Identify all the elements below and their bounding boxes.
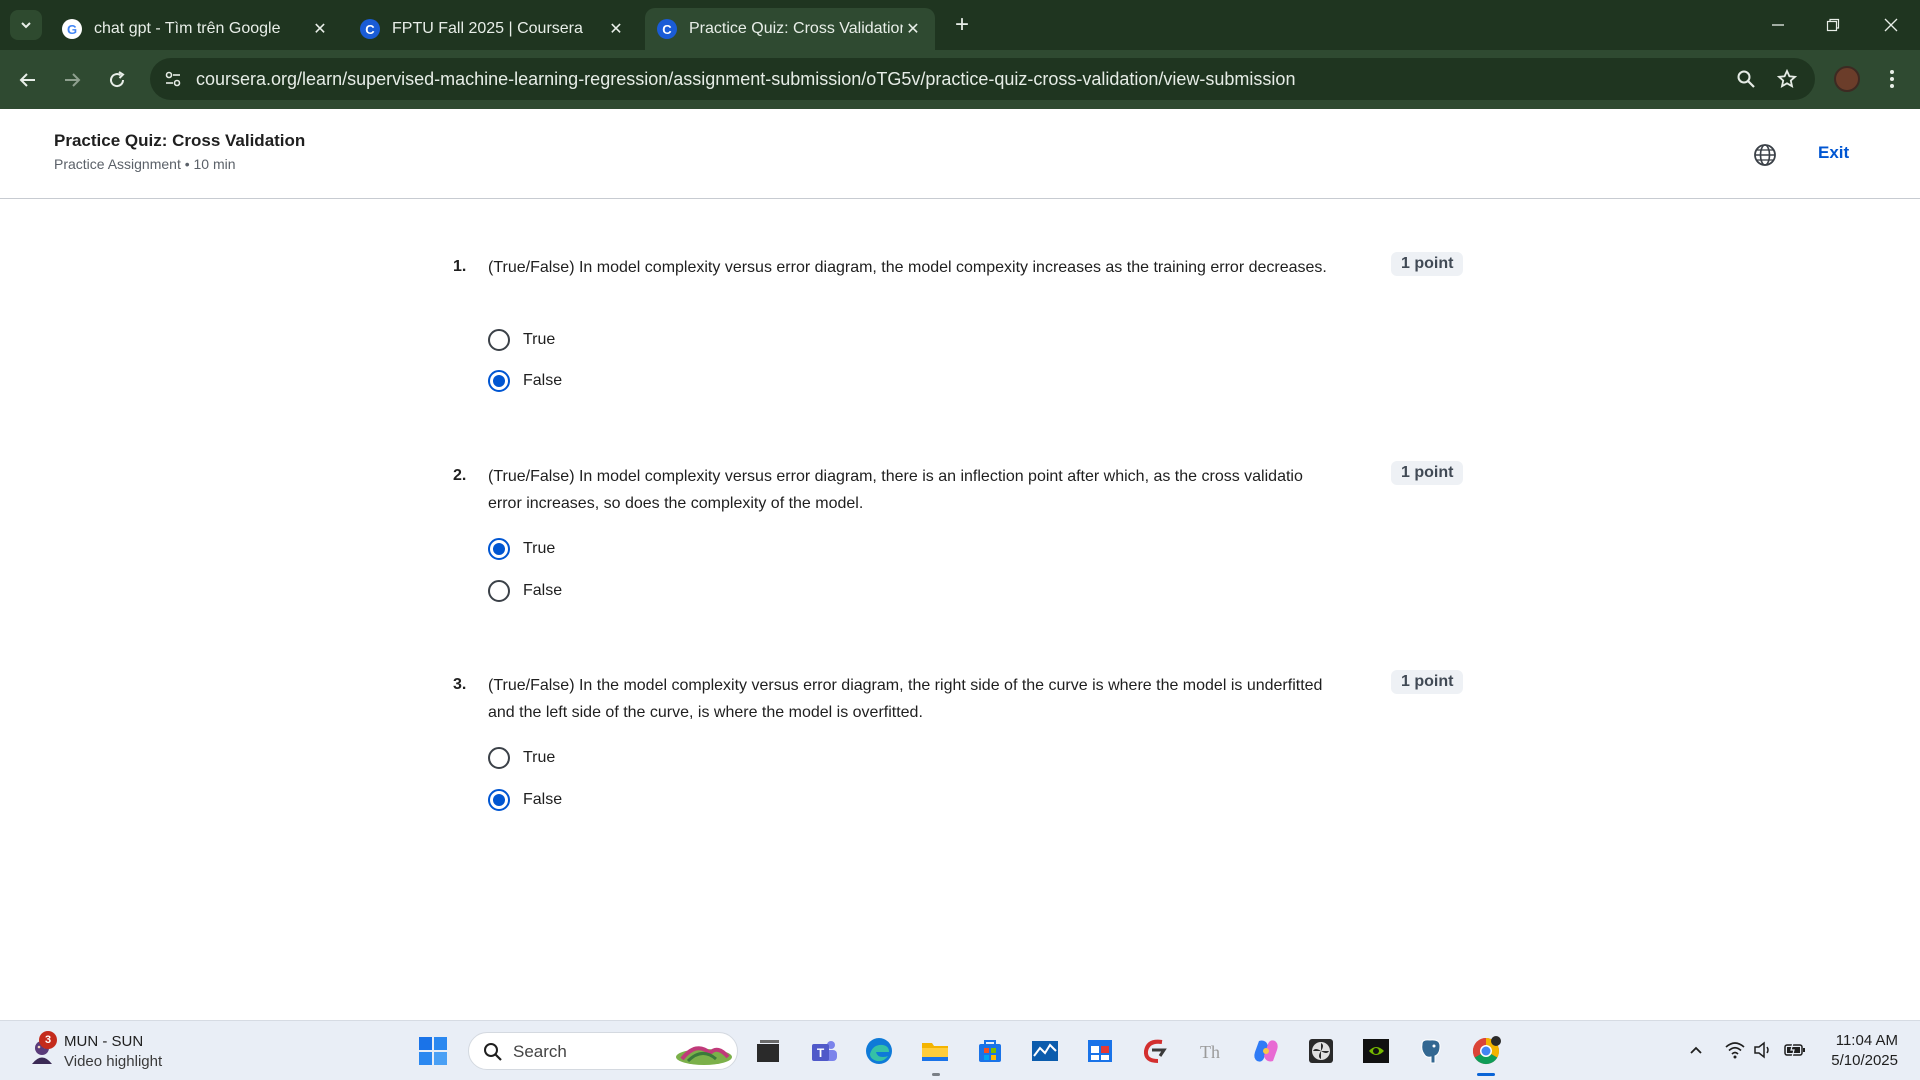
svg-text:T: T bbox=[817, 1046, 825, 1060]
taskbar-search-box[interactable]: Search bbox=[468, 1032, 738, 1070]
question-text: (True/False) In model complexity versus … bbox=[488, 468, 1303, 512]
red-app-icon[interactable] bbox=[1137, 1033, 1173, 1069]
search-label: Search bbox=[513, 1042, 567, 1061]
file-explorer-icon[interactable] bbox=[917, 1033, 953, 1069]
question-number: 3. bbox=[453, 676, 467, 693]
google-g-icon: G bbox=[62, 19, 82, 39]
radio-button[interactable] bbox=[488, 580, 510, 602]
browser-tabbar: G chat gpt - Tìm trên Google ✕ C FPTU Fa… bbox=[0, 0, 1920, 50]
coursera-c-icon: C bbox=[657, 19, 677, 39]
radio-button[interactable] bbox=[488, 538, 510, 560]
task-view-icon[interactable] bbox=[750, 1033, 786, 1069]
volume-icon[interactable] bbox=[1752, 1039, 1774, 1061]
tab-title: Practice Quiz: Cross Validation | bbox=[689, 20, 903, 37]
points-badge: 1 point bbox=[1391, 461, 1464, 485]
chevron-up-icon[interactable] bbox=[1685, 1039, 1707, 1061]
restore-icon[interactable] bbox=[1818, 12, 1848, 38]
news-widget[interactable]: 3 MUN - SUN Video highlight bbox=[25, 1031, 225, 1073]
search-icon bbox=[484, 1043, 502, 1061]
language-globe-icon[interactable] bbox=[1752, 142, 1778, 168]
svg-text:Th: Th bbox=[1200, 1042, 1220, 1062]
page-title: Practice Quiz: Cross Validation bbox=[54, 131, 306, 150]
tab-search-button[interactable] bbox=[10, 10, 42, 40]
points-badge: 1 point bbox=[1391, 670, 1464, 694]
option-label: False bbox=[523, 372, 563, 389]
microsoft-store-icon[interactable] bbox=[972, 1033, 1008, 1069]
tab-fptu-coursera[interactable]: C FPTU Fall 2025 | Coursera ✕ bbox=[348, 8, 638, 50]
fan-control-icon[interactable] bbox=[1303, 1033, 1339, 1069]
clock-time[interactable]: 11:04 AM bbox=[1832, 1032, 1898, 1049]
option-true[interactable]: True bbox=[488, 328, 555, 352]
tab-practice-quiz[interactable]: C Practice Quiz: Cross Validation | ✕ bbox=[645, 8, 935, 50]
option-label: False bbox=[523, 582, 563, 599]
chrome-icon[interactable] bbox=[1468, 1033, 1504, 1069]
zoom-icon[interactable] bbox=[1735, 68, 1757, 90]
quiz-header: Practice Quiz: Cross Validation Practice… bbox=[0, 109, 1920, 199]
option-true[interactable]: True bbox=[488, 746, 555, 770]
option-label: True bbox=[523, 540, 556, 557]
calendar-app-icon[interactable] bbox=[1082, 1033, 1118, 1069]
bookmark-star-icon[interactable] bbox=[1776, 68, 1798, 90]
option-false[interactable]: False bbox=[488, 788, 562, 812]
notification-badge: 3 bbox=[39, 1031, 57, 1049]
question-number: 1. bbox=[453, 258, 467, 275]
radio-button[interactable] bbox=[488, 747, 510, 769]
windows-start-icon[interactable] bbox=[415, 1033, 451, 1069]
close-icon[interactable]: ✕ bbox=[310, 19, 330, 39]
widget-title: MUN - SUN bbox=[64, 1033, 144, 1050]
option-false[interactable]: False bbox=[488, 369, 562, 393]
stocks-app-icon[interactable] bbox=[1027, 1033, 1063, 1069]
option-label: False bbox=[523, 791, 563, 808]
url-text[interactable]: coursera.org/learn/supervised-machine-le… bbox=[196, 69, 1295, 90]
option-label: True bbox=[523, 331, 556, 348]
back-arrow-icon[interactable] bbox=[14, 66, 42, 94]
search-highlight-illustration-icon bbox=[676, 1046, 732, 1065]
site-info-tune-icon[interactable] bbox=[162, 68, 184, 90]
question-number: 2. bbox=[453, 467, 467, 484]
new-tab-plus-icon[interactable]: + bbox=[950, 13, 974, 37]
address-bar[interactable]: coursera.org/learn/supervised-machine-le… bbox=[150, 58, 1815, 100]
forward-arrow-icon[interactable] bbox=[58, 66, 86, 94]
option-label: True bbox=[523, 749, 556, 766]
tab-title: FPTU Fall 2025 | Coursera bbox=[392, 20, 583, 37]
text-app-icon[interactable]: Th bbox=[1192, 1033, 1228, 1069]
question-text: (True/False) In the model complexity ver… bbox=[488, 677, 1323, 721]
wifi-icon[interactable] bbox=[1724, 1039, 1746, 1061]
more-options-icon[interactable] bbox=[1882, 66, 1902, 92]
widget-subtitle: Video highlight bbox=[64, 1053, 163, 1070]
chevron-down-icon bbox=[21, 22, 31, 29]
page-subtitle: Practice Assignment • 10 min bbox=[54, 156, 236, 172]
minimize-icon[interactable] bbox=[1763, 12, 1793, 38]
question-text: (True/False) In model complexity versus … bbox=[488, 259, 1327, 276]
battery-icon[interactable] bbox=[1784, 1039, 1806, 1061]
tab-title: chat gpt - Tìm trên Google bbox=[94, 20, 281, 37]
option-true[interactable]: True bbox=[488, 537, 555, 561]
close-icon[interactable]: ✕ bbox=[606, 19, 626, 39]
radio-button[interactable] bbox=[488, 329, 510, 351]
clock-date[interactable]: 5/10/2025 bbox=[1820, 1052, 1898, 1069]
active-app-indicator bbox=[1477, 1073, 1495, 1076]
tab-google-search[interactable]: G chat gpt - Tìm trên Google ✕ bbox=[50, 8, 342, 50]
postgresql-elephant-icon[interactable] bbox=[1413, 1033, 1449, 1069]
points-badge: 1 point bbox=[1391, 252, 1464, 276]
exit-button[interactable]: Exit bbox=[1818, 143, 1849, 163]
copilot-icon[interactable] bbox=[1248, 1033, 1284, 1069]
windows-taskbar: 3 MUN - SUN Video highlight Search T Th bbox=[0, 1020, 1920, 1080]
reload-icon[interactable] bbox=[103, 66, 131, 94]
profile-avatar[interactable] bbox=[1834, 66, 1860, 92]
running-indicator bbox=[932, 1073, 940, 1076]
window-close-icon[interactable] bbox=[1876, 12, 1906, 38]
coursera-c-icon: C bbox=[360, 19, 380, 39]
option-false[interactable]: False bbox=[488, 579, 562, 603]
teams-icon[interactable]: T bbox=[806, 1033, 842, 1069]
edge-icon[interactable] bbox=[861, 1033, 897, 1069]
close-icon[interactable]: ✕ bbox=[903, 19, 923, 39]
radio-button[interactable] bbox=[488, 789, 510, 811]
browser-toolbar: coursera.org/learn/supervised-machine-le… bbox=[0, 50, 1920, 109]
nvidia-icon[interactable] bbox=[1358, 1033, 1394, 1069]
radio-button[interactable] bbox=[488, 370, 510, 392]
